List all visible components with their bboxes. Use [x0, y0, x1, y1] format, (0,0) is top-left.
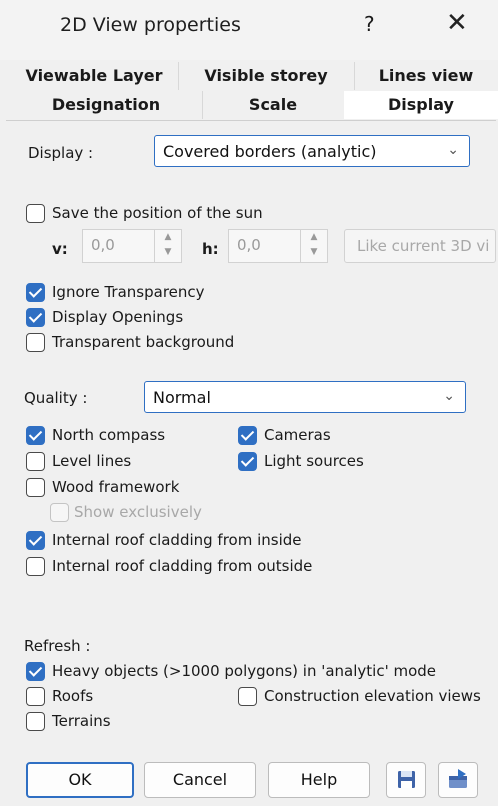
cameras-checkbox[interactable]	[238, 426, 257, 445]
roof-outside-checkbox[interactable]	[26, 557, 45, 576]
save-sun-checkbox[interactable]	[26, 204, 45, 223]
tab-viewable-layer[interactable]: Viewable Layer	[10, 62, 179, 90]
save-icon	[398, 771, 415, 788]
spin-arrows-icon[interactable]: ▲ ▼	[300, 230, 327, 262]
transparent-background-label: Transparent background	[52, 333, 235, 351]
display-value: Covered borders (analytic)	[163, 142, 377, 161]
display-openings-checkbox[interactable]	[26, 308, 45, 327]
quality-value: Normal	[153, 388, 211, 407]
display-select[interactable]: Covered borders (analytic) ⌄	[154, 135, 470, 167]
heavy-objects-checkbox[interactable]	[26, 662, 45, 681]
tab-visible-storey[interactable]: Visible storey	[178, 62, 355, 90]
construction-views-checkbox[interactable]	[238, 687, 257, 706]
save-sun-label: Save the position of the sun	[52, 204, 263, 222]
transparent-background-checkbox[interactable]	[26, 333, 45, 352]
h-spinner[interactable]: 0,0 ▲ ▼	[228, 229, 328, 263]
roof-outside-label: Internal roof cladding from outside	[52, 557, 313, 575]
chevron-down-icon: ⌄	[443, 388, 455, 404]
ok-button[interactable]: OK	[26, 762, 134, 798]
tab-display[interactable]: Display	[344, 91, 498, 119]
save-button[interactable]	[386, 762, 426, 798]
construction-views-label: Construction elevation views	[264, 687, 481, 705]
spin-arrows-icon[interactable]: ▲ ▼	[154, 230, 181, 262]
ignore-transparency-checkbox[interactable]	[26, 283, 45, 302]
north-compass-label: North compass	[52, 426, 166, 444]
tab-row-2: Designation Scale Display	[0, 91, 498, 119]
roofs-checkbox[interactable]	[26, 687, 45, 706]
tab-designation[interactable]: Designation	[10, 91, 203, 119]
chevron-down-icon: ⌄	[447, 142, 459, 158]
tab-lines-view[interactable]: Lines view	[354, 62, 498, 90]
tab-scale[interactable]: Scale	[202, 91, 345, 119]
display-label: Display :	[28, 144, 94, 162]
cancel-button[interactable]: Cancel	[144, 762, 256, 798]
refresh-label: Refresh :	[24, 637, 91, 655]
quality-select[interactable]: Normal ⌄	[144, 381, 466, 413]
v-value: 0,0	[91, 236, 115, 254]
help-button[interactable]: Help	[268, 762, 370, 798]
like-current-3d-button[interactable]: Like current 3D vi	[344, 229, 496, 263]
terrains-label: Terrains	[52, 712, 111, 730]
help-icon[interactable]: ?	[364, 12, 375, 36]
roofs-label: Roofs	[52, 687, 94, 705]
roof-inside-checkbox[interactable]	[26, 531, 45, 550]
light-sources-label: Light sources	[264, 452, 364, 470]
tab-row-1: Viewable Layer Visible storey Lines view	[0, 62, 498, 90]
display-openings-label: Display Openings	[52, 308, 184, 326]
export-icon	[449, 769, 467, 788]
roof-inside-label: Internal roof cladding from inside	[52, 531, 302, 549]
show-exclusively-label: Show exclusively	[74, 503, 202, 521]
h-label: h:	[202, 240, 219, 258]
wood-framework-label: Wood framework	[52, 478, 180, 496]
export-button[interactable]	[438, 762, 478, 798]
quality-label: Quality :	[24, 389, 88, 407]
wood-framework-checkbox[interactable]	[26, 478, 45, 497]
window-title: 2D View properties	[60, 14, 241, 36]
h-value: 0,0	[237, 236, 261, 254]
close-icon[interactable]: ✕	[446, 8, 468, 38]
level-lines-label: Level lines	[52, 452, 132, 470]
v-label: v:	[52, 240, 68, 258]
button-bar: OK Cancel Help	[0, 756, 498, 806]
show-exclusively-checkbox[interactable]	[50, 503, 69, 522]
cameras-label: Cameras	[264, 426, 331, 444]
v-spinner[interactable]: 0,0 ▲ ▼	[82, 229, 182, 263]
light-sources-checkbox[interactable]	[238, 452, 257, 471]
ignore-transparency-label: Ignore Transparency	[52, 283, 205, 301]
title-bar: 2D View properties ? ✕	[0, 0, 498, 60]
level-lines-checkbox[interactable]	[26, 452, 45, 471]
display-panel: Display : Covered borders (analytic) ⌄ S…	[6, 120, 496, 757]
terrains-checkbox[interactable]	[26, 712, 45, 731]
heavy-objects-label: Heavy objects (>1000 polygons) in 'analy…	[52, 662, 437, 680]
north-compass-checkbox[interactable]	[26, 426, 45, 445]
